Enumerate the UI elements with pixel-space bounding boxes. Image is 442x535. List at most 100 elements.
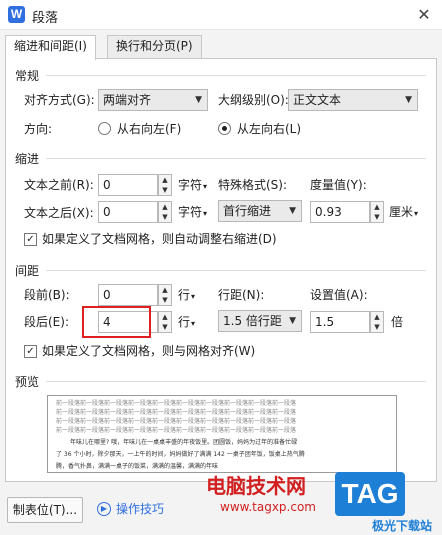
title-bar [0, 0, 442, 30]
highlight-box [82, 306, 151, 338]
close-icon[interactable]: ✕ [412, 4, 436, 26]
align-select-value: 两端对齐 [103, 93, 152, 107]
indent-before-label: 文本之前(R): [24, 178, 94, 192]
unit-label: 字符 [178, 178, 203, 192]
special-format-select[interactable]: 首行缩进 ▼ [218, 200, 302, 222]
divider [46, 270, 426, 271]
section-spacing-heading: 间距 [15, 264, 40, 278]
watermark-site-name: 电脑技术网 [206, 474, 306, 498]
spin-down-icon[interactable]: ▼ [159, 295, 171, 305]
space-after-stepper[interactable]: ▲ ▼ [158, 311, 172, 333]
wps-writer-icon: W [8, 6, 25, 23]
special-format-value: 首行缩进 [223, 204, 272, 218]
section-preview-heading: 预览 [15, 375, 40, 389]
dialog-title: 段落 [32, 11, 59, 26]
space-before-unit[interactable]: 行▾ [178, 287, 195, 305]
divider [46, 75, 426, 76]
tab-indent-spacing[interactable]: 缩进和间距(I) [5, 35, 96, 60]
ltr-radio[interactable] [218, 122, 231, 135]
spin-up-icon[interactable]: ▲ [159, 285, 171, 295]
indent-grid-checkbox-label: 如果定义了文档网格，则自动调整右缩进(D) [42, 232, 277, 246]
chevron-down-icon: ▾ [203, 182, 208, 191]
setting-value-label: 设置值(A): [310, 288, 368, 302]
chevron-down-icon: ▼ [289, 316, 296, 326]
preview-body-line: 了 36 个小时，除夕那天，一上午的时间，妈妈做好了满满 142 一桌子团年饭，… [56, 451, 305, 458]
spin-down-icon[interactable]: ▼ [159, 322, 171, 332]
indent-after-unit[interactable]: 字符▾ [178, 204, 207, 222]
preview-body-line: 腾，香气扑鼻，满满一桌子的饭菜，满满的温馨，满满的年味 [56, 463, 219, 470]
spin-down-icon[interactable]: ▼ [159, 212, 171, 222]
preview-prev-paragraph: 前一段落前一段落前一段落前一段落前一段落前一段落前一段落前一段落前一段落前一段落 [56, 418, 297, 425]
space-after-label: 段后(E): [24, 315, 69, 329]
indent-before-input[interactable]: 0 [98, 174, 158, 196]
unit-label: 行 [178, 288, 191, 302]
outline-select[interactable]: 正文文本 ▼ [288, 89, 418, 111]
measure-unit[interactable]: 厘米▾ [389, 204, 418, 222]
paragraph-preview: 前一段落前一段落前一段落前一段落前一段落前一段落前一段落前一段落前一段落前一段落… [47, 395, 397, 473]
chevron-down-icon: ▾ [191, 319, 196, 328]
chevron-down-icon: ▼ [195, 95, 202, 105]
preview-prev-paragraph: 前一段落前一段落前一段落前一段落前一段落前一段落前一段落前一段落前一段落前一段落 [56, 409, 297, 416]
indent-before-unit[interactable]: 字符▾ [178, 177, 207, 195]
setting-value-unit: 倍 [391, 315, 404, 329]
spin-up-icon[interactable]: ▲ [159, 312, 171, 322]
ltr-radio-label: 从左向右(L) [237, 122, 302, 136]
watermark-tag-logo: TAG [335, 472, 405, 516]
tab-stops-button[interactable]: 制表位(T)... [7, 497, 83, 523]
space-before-input[interactable]: 0 [98, 284, 158, 306]
direction-label: 方向: [24, 122, 53, 136]
divider [46, 158, 426, 159]
align-label: 对齐方式(G): [24, 93, 95, 107]
align-select[interactable]: 两端对齐 ▼ [98, 89, 208, 111]
divider [46, 381, 426, 382]
spin-down-icon[interactable]: ▼ [159, 185, 171, 195]
line-spacing-value: 1.5 倍行距 [223, 314, 282, 328]
chevron-down-icon: ▾ [414, 209, 419, 218]
indent-after-input[interactable]: 0 [98, 201, 158, 223]
special-format-label: 特殊格式(S): [218, 178, 288, 192]
tips-link[interactable]: 操作技巧 [116, 501, 164, 517]
measure-label: 度量值(Y): [310, 178, 367, 192]
preview-prev-paragraph: 前一段落前一段落前一段落前一段落前一段落前一段落前一段落前一段落前一段落前一段落 [56, 400, 297, 407]
rtl-radio-label: 从右向左(F) [117, 122, 182, 136]
measure-input[interactable]: 0.93 [310, 201, 370, 223]
preview-body-line: 年味儿在哪里? 哦，年味儿在一桌桌丰盛的年夜饭里。团圆饭，妈妈为过年的准备忙碌 [70, 439, 298, 446]
spin-up-icon[interactable]: ▲ [159, 202, 171, 212]
spin-up-icon[interactable]: ▲ [159, 175, 171, 185]
unit-label: 字符 [178, 205, 203, 219]
outline-select-value: 正文文本 [293, 93, 342, 107]
play-icon[interactable]: ▶ [97, 502, 111, 516]
line-spacing-select[interactable]: 1.5 倍行距 ▼ [218, 310, 302, 332]
space-before-label: 段前(B): [24, 288, 70, 302]
chevron-down-icon: ▾ [203, 209, 208, 218]
setting-value-stepper[interactable]: ▲ ▼ [370, 311, 384, 333]
indent-after-label: 文本之后(X): [24, 206, 94, 220]
indent-grid-checkbox[interactable]: ✓ [24, 233, 37, 246]
rtl-radio[interactable] [98, 122, 111, 135]
measure-stepper[interactable]: ▲ ▼ [370, 201, 384, 223]
indent-after-stepper[interactable]: ▲ ▼ [158, 201, 172, 223]
unit-label: 行 [178, 315, 191, 329]
spin-down-icon[interactable]: ▼ [371, 322, 383, 332]
line-spacing-label: 行距(N): [218, 288, 265, 302]
section-indent-heading: 缩进 [15, 152, 40, 166]
space-before-stepper[interactable]: ▲ ▼ [158, 284, 172, 306]
indent-before-stepper[interactable]: ▲ ▼ [158, 174, 172, 196]
chevron-down-icon: ▾ [191, 292, 196, 301]
watermark-tag-sub: 极光下载站 [372, 519, 433, 533]
preview-prev-paragraph: 前一段落前一段落前一段落前一段落前一段落前一段落前一段落前一段落前一段落前一段落 [56, 427, 297, 434]
chevron-down-icon: ▼ [405, 95, 412, 105]
chevron-down-icon: ▼ [289, 206, 296, 216]
spin-up-icon[interactable]: ▲ [371, 202, 383, 212]
spacing-grid-checkbox[interactable]: ✓ [24, 345, 37, 358]
setting-value-input[interactable]: 1.5 [310, 311, 370, 333]
spacing-grid-checkbox-label: 如果定义了文档网格，则与网格对齐(W) [42, 344, 256, 358]
spin-down-icon[interactable]: ▼ [371, 212, 383, 222]
spin-up-icon[interactable]: ▲ [371, 312, 383, 322]
space-after-unit[interactable]: 行▾ [178, 314, 195, 332]
unit-label: 厘米 [389, 205, 414, 219]
section-general-heading: 常规 [15, 69, 40, 83]
outline-label: 大纲级别(O): [218, 93, 289, 107]
tab-line-page-breaks[interactable]: 换行和分页(P) [107, 35, 202, 58]
watermark-url: www.tagxp.com [220, 500, 316, 514]
